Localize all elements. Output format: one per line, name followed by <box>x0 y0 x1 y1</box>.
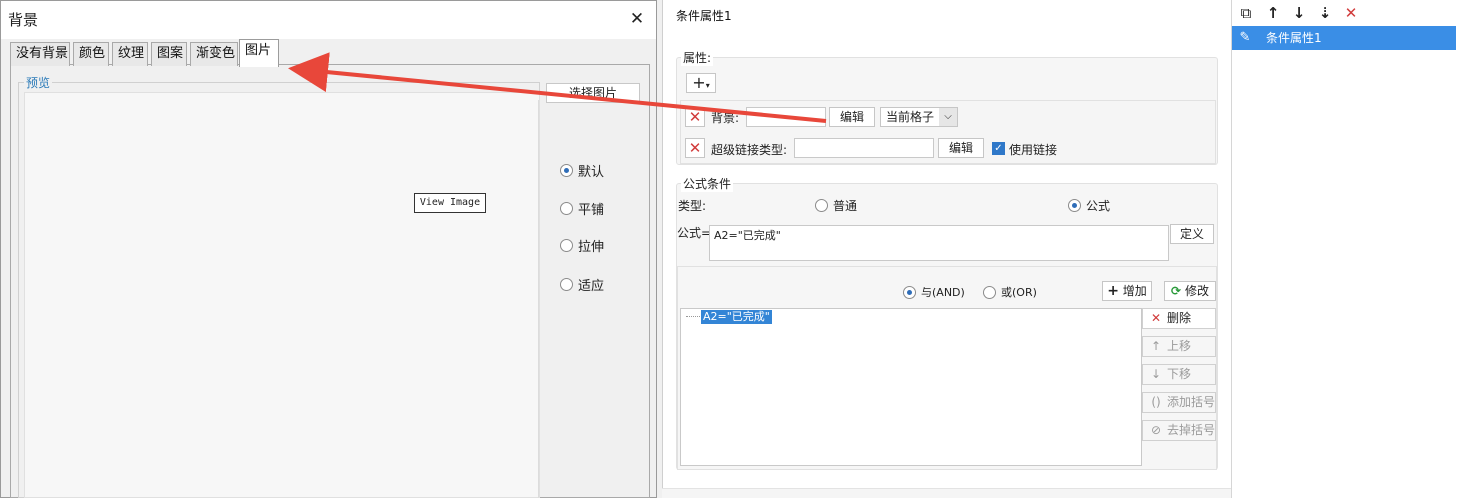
dialog-titlebar <box>1 1 656 39</box>
modify-condition-label: 修改 <box>1184 284 1209 298</box>
move-down-button[interactable]: ↓ 下移 <box>1142 364 1216 385</box>
edit-background-button[interactable]: 编辑 <box>829 107 875 127</box>
delete-icon: ✕ <box>1150 311 1162 325</box>
move-down-icon[interactable]: ↓ <box>1290 4 1308 22</box>
layout-option-label: 拉伸 <box>578 239 605 255</box>
condition-item[interactable]: ✎ 条件属性1 <box>1232 26 1456 50</box>
tab-texture[interactable]: 纹理 <box>112 42 148 66</box>
tab-image[interactable]: 图片 <box>239 39 279 67</box>
image-preview <box>24 92 540 498</box>
side-button-label: 去掉括号 <box>1167 423 1216 437</box>
background-preview-field[interactable] <box>746 107 826 127</box>
layout-option-fit[interactable]: 适应 <box>560 276 605 294</box>
logic-option-label: 与(AND) <box>921 286 965 299</box>
layout-option-label: 平铺 <box>578 202 605 218</box>
remove-background-icon[interactable]: ✕ <box>685 107 705 127</box>
formula-label: 公式= <box>677 226 712 240</box>
type-label: 类型: <box>678 199 707 213</box>
radio-icon <box>560 163 573 177</box>
move-up-icon[interactable]: ↑ <box>1264 4 1282 22</box>
layout-option-stretch[interactable]: 拉伸 <box>560 237 605 255</box>
radio-icon <box>560 201 573 215</box>
close-icon[interactable]: ✕ <box>626 8 648 30</box>
delete-condition-button[interactable]: ✕ 删除 <box>1142 308 1216 329</box>
tab-color[interactable]: 颜色 <box>73 42 109 66</box>
panel-divider <box>538 100 539 498</box>
layout-option-label: 适应 <box>578 278 605 294</box>
tab-pattern[interactable]: 图案 <box>151 42 187 66</box>
use-link-label: 使用链接 <box>1009 143 1058 157</box>
view-image-tooltip: View Image <box>414 193 486 213</box>
plus-icon: + <box>1107 283 1119 299</box>
add-parentheses-button[interactable]: () 添加括号 <box>1142 392 1216 413</box>
scope-select-value: 当前格子 <box>886 110 935 124</box>
side-button-label: 上移 <box>1167 339 1192 353</box>
add-attribute-button[interactable]: +▾ <box>686 73 716 93</box>
side-button-label: 添加括号 <box>1167 395 1216 409</box>
tab-no-background[interactable]: 没有背景 <box>10 42 70 66</box>
move-up-button[interactable]: ↑ 上移 <box>1142 336 1216 357</box>
condition-list[interactable] <box>680 308 1142 466</box>
side-button-label: 删除 <box>1167 311 1192 325</box>
background-label: 背景: <box>711 111 740 125</box>
type-option-label: 公式 <box>1086 198 1111 213</box>
define-button[interactable]: 定义 <box>1170 224 1214 244</box>
hyperlink-type-label: 超级链接类型: <box>711 143 788 157</box>
logic-and-option[interactable]: 与(AND) <box>903 284 965 300</box>
panel-bottom-strip <box>662 488 1232 498</box>
edit-hyperlink-button[interactable]: 编辑 <box>938 138 984 158</box>
radio-icon <box>560 277 573 291</box>
type-option-label: 普通 <box>833 198 858 213</box>
remove-parentheses-icon: ⊘ <box>1150 423 1162 437</box>
condition-item-label: 条件属性1 <box>1266 31 1322 45</box>
attributes-label: 属性: <box>681 49 714 66</box>
radio-icon <box>1068 198 1081 212</box>
tab-gradient[interactable]: 渐变色 <box>190 42 238 66</box>
add-condition-button[interactable]: + 增加 <box>1102 281 1152 301</box>
logic-option-label: 或(OR) <box>1001 286 1037 299</box>
condition-title: 条件属性1 <box>676 9 732 23</box>
scope-select[interactable]: 当前格子 ⌵ <box>880 107 958 127</box>
side-button-label: 下移 <box>1167 367 1192 381</box>
chevron-down-icon: ⌵ <box>939 108 957 126</box>
layout-option-default[interactable]: 默认 <box>560 162 605 180</box>
condition-list-item[interactable]: A2="已完成" <box>701 310 772 324</box>
modify-condition-button[interactable]: ⟳ 修改 <box>1164 281 1216 301</box>
preview-label: 预览 <box>24 74 53 91</box>
delete-icon[interactable]: ✕ <box>1342 4 1360 22</box>
formula-input[interactable]: A2="已完成" <box>709 225 1169 261</box>
hyperlink-type-field[interactable] <box>794 138 934 158</box>
parentheses-icon: () <box>1151 395 1161 409</box>
arrow-up-icon: ↑ <box>1150 339 1162 353</box>
radio-icon <box>560 238 573 252</box>
use-link-checkbox[interactable]: ✓ <box>992 142 1005 155</box>
copy-icon[interactable]: ⧉ <box>1237 4 1255 22</box>
edit-icon: ⟳ <box>1171 284 1182 298</box>
type-option-normal[interactable]: 普通 <box>815 197 857 213</box>
remove-parentheses-button[interactable]: ⊘ 去掉括号 <box>1142 420 1216 441</box>
formula-section-label: 公式条件 <box>681 175 734 192</box>
chevron-down-icon: ▾ <box>705 81 710 90</box>
logic-or-option[interactable]: 或(OR) <box>983 284 1037 300</box>
add-condition-label: 增加 <box>1122 284 1147 298</box>
choose-image-button[interactable]: 选择图片 <box>546 83 640 103</box>
layout-option-label: 默认 <box>578 164 605 180</box>
arrow-down-icon: ↓ <box>1150 367 1162 381</box>
pencil-icon: ✎ <box>1239 30 1251 45</box>
radio-icon <box>903 285 916 299</box>
radio-icon <box>983 285 996 299</box>
type-option-formula[interactable]: 公式 <box>1068 197 1110 213</box>
radio-icon <box>815 198 828 212</box>
sort-icon[interactable]: ⇣ <box>1316 4 1334 22</box>
layout-option-tile[interactable]: 平铺 <box>560 200 605 218</box>
condition-list-panel <box>1231 0 1463 498</box>
remove-hyperlink-icon[interactable]: ✕ <box>685 138 705 158</box>
dialog-title: 背景 <box>8 11 39 29</box>
tree-line <box>686 316 700 317</box>
plus-icon: + <box>692 73 706 92</box>
